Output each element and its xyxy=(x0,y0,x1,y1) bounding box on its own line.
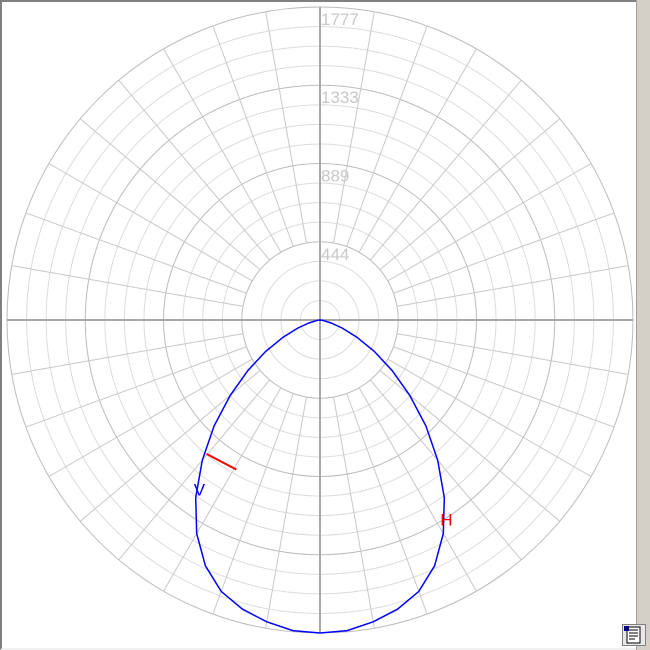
grid-spoke xyxy=(358,387,477,592)
right-edge-bar xyxy=(636,0,650,650)
grid-spoke xyxy=(212,25,294,247)
grid-spoke xyxy=(393,346,615,428)
grid-spoke xyxy=(387,163,592,282)
series-highlight-v xyxy=(206,452,237,471)
polar-chart: 444 889 1333 1777 H V xyxy=(6,6,634,634)
document-properties-icon xyxy=(624,626,641,644)
ring-label: 1777 xyxy=(321,10,359,29)
grid-spoke xyxy=(346,25,428,247)
document-properties-button[interactable] xyxy=(622,624,646,646)
ring-label: 1333 xyxy=(321,88,359,107)
grid-spoke xyxy=(25,212,247,294)
ring-label: 889 xyxy=(321,166,349,185)
grid-spoke xyxy=(163,48,282,253)
series-label-h: H xyxy=(440,510,452,529)
grid-spoke xyxy=(25,346,247,428)
series-label-v: V xyxy=(194,480,206,499)
ring-label: 444 xyxy=(321,245,349,264)
grid-spoke xyxy=(48,358,253,477)
grid-spoke xyxy=(387,358,592,477)
grid-spoke xyxy=(393,212,615,294)
grid-spoke xyxy=(212,393,294,615)
grid-spoke xyxy=(48,163,253,282)
grid-spoke xyxy=(163,387,282,592)
grid-spoke xyxy=(358,48,477,253)
grid-spoke xyxy=(346,393,428,615)
